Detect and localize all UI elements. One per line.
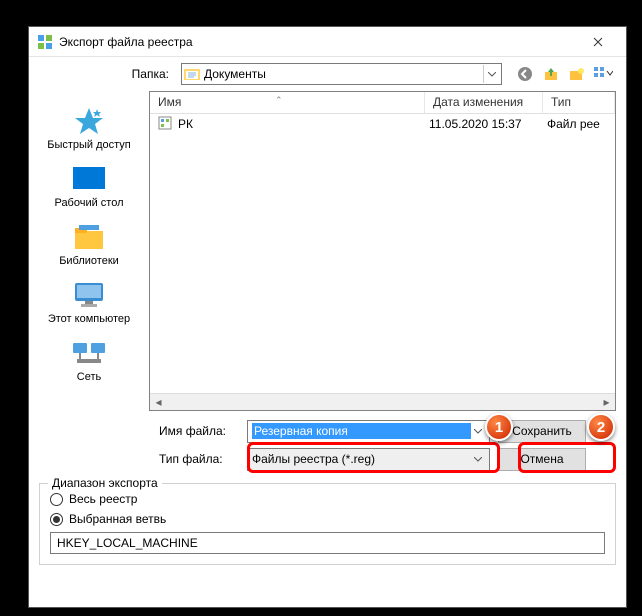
filetype-label: Тип файла: (29, 452, 239, 466)
chevron-down-icon[interactable] (471, 429, 485, 434)
col-type[interactable]: Тип (543, 92, 615, 113)
network-icon (71, 337, 107, 369)
export-legend: Диапазон экспорта (48, 476, 162, 490)
export-range-group: Диапазон экспорта Весь реестр Выбранная … (39, 483, 616, 565)
filetype-row: Тип файла: Файлы реестра (*.reg) Отмена (29, 445, 616, 473)
file-list[interactable]: Имя ⌃ Дата изменения Тип РК 11.05.2020 1… (149, 91, 616, 411)
place-libraries[interactable]: Библиотеки (39, 217, 139, 271)
filename-input[interactable]: Резервная копия (247, 420, 490, 443)
filename-label: Имя файла: (29, 424, 239, 438)
folder-value: Документы (204, 67, 483, 81)
cancel-button[interactable]: Отмена (498, 448, 586, 471)
folder-row: Папка: Документы (29, 57, 626, 91)
body: Быстрый доступ Рабочий стол Библиотеки Э… (29, 91, 626, 411)
scroll-right-icon[interactable]: ▸ (598, 395, 615, 410)
filename-row: Имя файла: Резервная копия Сохранить (29, 417, 616, 445)
radio-selected[interactable] (50, 513, 63, 526)
close-button[interactable] (578, 28, 618, 56)
place-network[interactable]: Сеть (39, 333, 139, 387)
filename-value: Резервная копия (252, 423, 471, 439)
radio-selected-label: Выбранная ветвь (69, 512, 166, 526)
col-date[interactable]: Дата изменения (425, 92, 543, 113)
radio-all[interactable] (50, 493, 63, 506)
place-desktop[interactable]: Рабочий стол (39, 159, 139, 213)
regfile-icon (158, 116, 174, 132)
export-radios: Весь реестр Выбранная ветвь (50, 492, 605, 526)
col-name[interactable]: Имя (150, 92, 425, 113)
branch-value: HKEY_LOCAL_MACHINE (57, 536, 198, 550)
folder-label: Папка: (29, 67, 177, 81)
chevron-down-icon[interactable] (471, 457, 485, 462)
export-dialog: Экспорт файла реестра Папка: Документы (28, 26, 627, 608)
filetype-select[interactable]: Файлы реестра (*.reg) (247, 448, 490, 471)
place-computer[interactable]: Этот компьютер (39, 275, 139, 329)
new-folder-button[interactable] (566, 63, 588, 85)
annotation-callout-2: 2 (587, 413, 615, 441)
scroll-left-icon[interactable]: ◂ (150, 395, 167, 410)
chevron-down-icon (483, 65, 499, 83)
filetype-value: Файлы реестра (*.reg) (252, 452, 471, 466)
sort-arrow-icon: ⌃ (275, 95, 283, 106)
up-button[interactable] (540, 63, 562, 85)
places-bar: Быстрый доступ Рабочий стол Библиотеки Э… (29, 91, 149, 411)
file-type: Файл рее (547, 117, 600, 131)
file-row[interactable]: РК 11.05.2020 15:37 Файл рее (150, 114, 615, 134)
folder-icon (184, 66, 200, 82)
place-quick-access[interactable]: Быстрый доступ (39, 101, 139, 155)
horizontal-scrollbar[interactable]: ◂ ▸ (150, 393, 615, 410)
file-date: 11.05.2020 15:37 (429, 117, 547, 131)
regedit-icon (37, 34, 53, 50)
column-headers[interactable]: Имя ⌃ Дата изменения Тип (150, 92, 615, 114)
libraries-icon (71, 221, 107, 253)
file-fields: Имя файла: Резервная копия Сохранить Тип… (29, 411, 626, 479)
star-icon (71, 105, 107, 137)
back-button[interactable] (514, 63, 536, 85)
branch-input[interactable]: HKEY_LOCAL_MACHINE (50, 532, 605, 554)
radio-selected-row[interactable]: Выбранная ветвь (50, 512, 605, 526)
view-menu-button[interactable] (592, 63, 614, 85)
toolbar (506, 63, 614, 85)
radio-all-label: Весь реестр (69, 492, 137, 506)
computer-icon (71, 279, 107, 311)
dialog-title: Экспорт файла реестра (59, 35, 578, 49)
desktop-icon (71, 163, 107, 195)
titlebar: Экспорт файла реестра (29, 27, 626, 57)
radio-all-row[interactable]: Весь реестр (50, 492, 605, 506)
folder-select[interactable]: Документы (181, 63, 502, 85)
file-name: РК (178, 117, 429, 131)
annotation-callout-1: 1 (485, 413, 513, 441)
